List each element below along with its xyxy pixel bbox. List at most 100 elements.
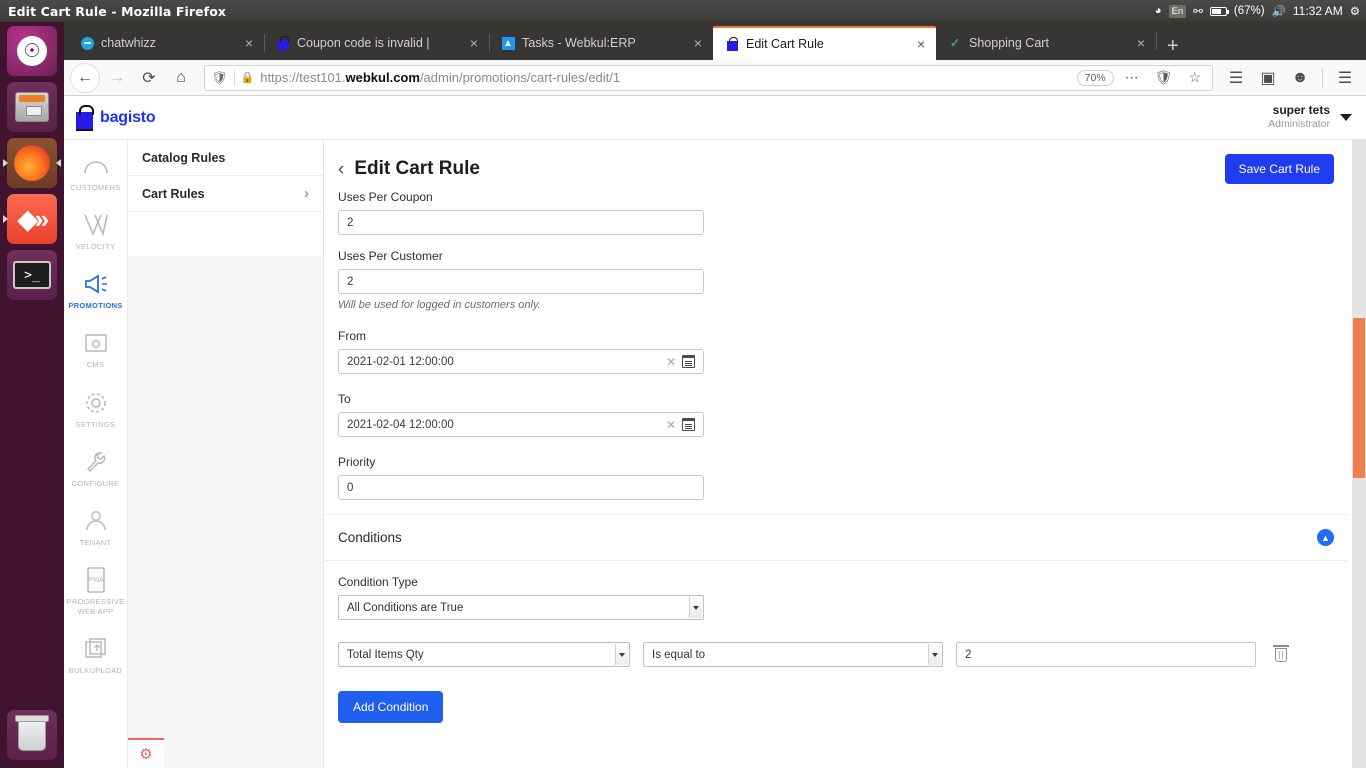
page-actions-icon[interactable]: ⋯ [1120,69,1144,86]
bookmark-star-icon[interactable]: ☆ [1183,69,1206,86]
tab-close-button[interactable]: × [467,36,481,50]
to-date-input[interactable]: 2021-02-04 12:00:00 ✕ [338,412,704,437]
chevron-down-icon[interactable] [615,644,628,665]
terminal-icon[interactable]: >_ [7,250,57,300]
conditions-header: Conditions ▲ [324,515,1348,561]
from-date-input[interactable]: 2021-02-01 12:00:00 ✕ [338,349,704,374]
clear-icon[interactable]: ✕ [666,355,682,369]
page-scrollbar-thumb[interactable] [1353,318,1365,478]
back-arrow-icon[interactable]: ← [70,62,100,93]
tab-close-button[interactable]: × [1134,36,1148,50]
chevron-down-icon[interactable] [689,597,702,618]
field-from: From 2021-02-01 12:00:00 ✕ [338,329,1334,374]
battery-icon[interactable] [1209,6,1229,16]
home-icon[interactable]: ⌂ [166,63,196,93]
save-cart-rule-button[interactable]: Save Cart Rule [1224,154,1334,184]
browser-tab-coupon-invalid[interactable]: Coupon code is invalid | × [264,26,489,60]
lock-icon[interactable]: 🔒 [241,71,255,84]
library-icon[interactable]: ☰ [1221,63,1251,93]
add-condition-button[interactable]: Add Condition [338,691,444,723]
trash-icon[interactable] [7,710,57,760]
field-to: To 2021-02-04 12:00:00 ✕ [338,392,1334,437]
velocity-icon[interactable]: ◆» [3,194,57,244]
tab-close-button[interactable]: × [914,37,928,51]
sidebar-item-label: BULKUPLOAD [68,666,123,676]
tab-label: Coupon code is invalid | [297,36,430,50]
condition-value-input[interactable]: 2 [956,642,1256,667]
from-date-value: 2021-02-01 12:00:00 [347,355,454,368]
account-icon[interactable]: ☻ [1285,63,1315,93]
volume-icon[interactable]: 🔊 [1272,4,1286,18]
sidebar-item-cart-rules[interactable]: Cart Rules › [128,176,323,212]
firefox-window: chatwhizz × Coupon code is invalid | × ▲… [64,22,1366,768]
gear-icon[interactable]: ⚙ [1350,4,1360,18]
uses-per-coupon-input[interactable]: 2 [338,210,704,235]
condition-attribute-select[interactable]: Total Items Qty [338,642,630,667]
chevron-down-icon[interactable] [928,644,941,665]
user-icon [64,508,127,534]
language-indicator[interactable]: En [1168,4,1187,18]
browser-tab-edit-cart-rule[interactable]: Edit Cart Rule × [713,26,936,60]
zoom-level-indicator[interactable]: 70% [1076,69,1114,86]
calendar-icon[interactable] [682,418,695,431]
delete-condition-icon[interactable] [1273,644,1289,662]
sidebar-item-velocity[interactable]: VELOCITY [64,203,127,262]
sidebar-item-cms[interactable]: CMS [64,321,127,380]
shield-icon[interactable]: 🛡 [211,70,228,86]
browser-tab-chatwhizz[interactable]: chatwhizz × [68,26,264,60]
menu-icon[interactable]: ☰ [1330,63,1360,93]
ubuntu-dash-icon[interactable]: ☉ [7,26,57,76]
sidebar-item-customers[interactable]: CUSTOMERS [64,144,127,203]
browser-tab-tasks-webkul-erp[interactable]: ▲ Tasks - Webkul:ERP × [489,26,713,60]
firefox-icon[interactable] [3,138,61,188]
chevron-up-icon[interactable]: ▲ [1317,529,1334,546]
condition-type-select[interactable]: All Conditions are True [338,595,704,620]
navigation-toolbar: ← → ⟳ ⌂ 🛡 🔒 https://test101.webkul.com/a… [64,60,1366,96]
forward-arrow-icon[interactable]: → [102,63,132,93]
calendar-icon[interactable] [682,355,695,368]
chevron-down-icon[interactable] [1340,114,1352,121]
to-label: To [338,392,351,406]
uses-per-customer-input[interactable]: 2 [338,269,704,294]
back-chevron-icon[interactable]: ‹ [338,160,344,179]
sidebar-icon[interactable]: ▣ [1253,63,1283,93]
tab-strip: chatwhizz × Coupon code is invalid | × ▲… [64,22,1366,60]
conditions-title: Conditions [338,530,402,545]
files-icon[interactable] [7,82,57,132]
sidebar-item-tenant[interactable]: TENANT [64,499,127,558]
uses-per-customer-value: 2 [347,275,354,288]
user-name: super tets [1272,103,1330,118]
ubuntu-launcher: ☉ ◆» >_ [0,22,64,768]
condition-operator-select[interactable]: Is equal to [643,642,943,667]
sidebar-item-configure[interactable]: CONFIGURE [64,440,127,499]
priority-input[interactable]: 0 [338,475,704,500]
bluetooth-icon[interactable]: ⚯ [1193,4,1203,18]
laravel-debugbar-icon[interactable]: ⚙ [128,738,164,768]
save-to-pocket-icon[interactable]: 🛡 [1150,69,1178,86]
tab-close-button[interactable]: × [691,36,705,50]
brand-name: bagisto [100,108,156,126]
to-date-value: 2021-02-04 12:00:00 [347,418,454,431]
sidebar-item-settings[interactable]: SETTINGS [64,381,127,440]
tab-close-button[interactable]: × [242,36,256,50]
browser-tab-shopping-cart[interactable]: ✓ Shopping Cart × [936,26,1156,60]
cart-rule-form: Uses Per Coupon 2 Uses Per Customer 2 Wi… [324,190,1348,500]
sidebar-item-bulkupload[interactable]: BULKUPLOAD [64,627,127,686]
reload-icon[interactable]: ⟳ [134,63,164,93]
brand-logo[interactable]: bagisto [64,104,190,131]
url-bar[interactable]: 🛡 🔒 https://test101.webkul.com/admin/pro… [204,64,1213,91]
new-tab-button[interactable]: + [1157,36,1189,60]
user-menu[interactable]: super tets Administrator [1268,103,1366,131]
wifi-icon[interactable]: ◕ [1155,5,1162,17]
sidebar-item-catalog-rules[interactable]: Catalog Rules [128,140,323,176]
customers-icon [64,153,127,179]
clock[interactable]: 11:32 AM [1293,4,1343,18]
page-scrollbar[interactable] [1352,140,1366,768]
urlbar-divider [233,69,235,86]
sidebar-item-promotions[interactable]: PROMOTIONS [64,262,127,321]
sidebar-item-progressive-web-app[interactable]: PWA PROGRESSIVE WEB APP [64,558,127,627]
page-title: Edit Cart Rule [354,158,480,179]
url-scheme: https:// [260,70,300,85]
clear-icon[interactable]: ✕ [666,418,682,432]
cms-icon [64,330,127,356]
